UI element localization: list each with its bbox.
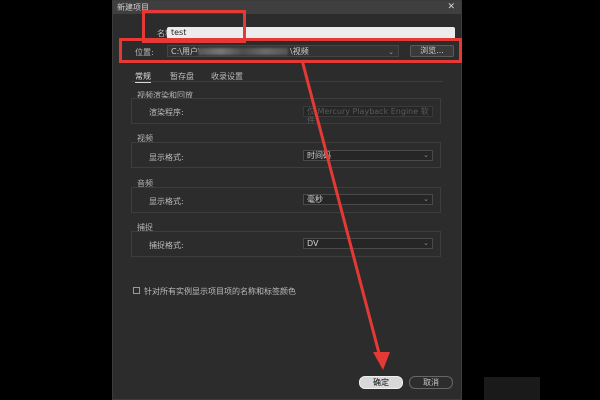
annotation-arrow-head bbox=[373, 352, 390, 370]
annotation-arrow-line bbox=[300, 59, 382, 358]
annotation-arrow bbox=[300, 59, 390, 370]
